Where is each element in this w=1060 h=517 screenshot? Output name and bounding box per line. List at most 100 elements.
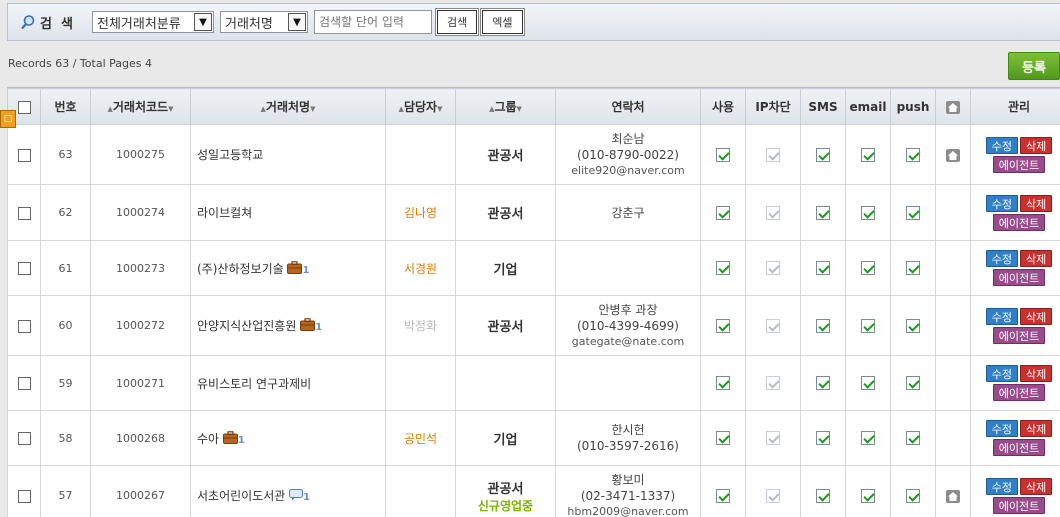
side-tab[interactable]: □	[0, 110, 16, 128]
agent-button[interactable]: 에이전트	[992, 213, 1046, 231]
delete-button[interactable]: 삭제	[1020, 136, 1053, 154]
home-icon[interactable]	[946, 148, 960, 162]
sms-checkbox[interactable]	[816, 376, 830, 391]
row-name-cell[interactable]: 성일고등학교	[190, 124, 386, 185]
row-checkbox[interactable]	[17, 319, 31, 333]
contact-name: 한시헌	[611, 423, 645, 437]
row-name[interactable]: 서초어린이도서관	[197, 489, 285, 503]
push-checkbox[interactable]	[906, 431, 920, 446]
ip-block-cell	[745, 124, 801, 185]
sms-checkbox[interactable]	[816, 147, 830, 162]
row-checkbox[interactable]	[17, 262, 31, 275]
contact-phone: (02-3471-1337)	[580, 488, 676, 503]
sms-checkbox[interactable]	[816, 205, 830, 220]
row-name[interactable]: 성일고등학교	[197, 148, 263, 162]
row-name[interactable]: 라이브컬쳐	[197, 206, 252, 220]
use-checkbox[interactable]	[716, 376, 730, 391]
client-table: 번호 ▲거래처코드▼ ▲거래처명▼ ▲담당자▼ ▲그룹▼ 연락처 사용 IP차단…	[7, 88, 1060, 517]
row-checkbox[interactable]	[17, 377, 31, 390]
row-name-cell[interactable]: 서초어린이도서관 1	[190, 465, 386, 517]
row-name[interactable]: 유비스토리 연구과제비	[197, 377, 311, 391]
use-checkbox[interactable]	[716, 488, 730, 503]
email-checkbox[interactable]	[861, 205, 875, 220]
agent-button[interactable]: 에이전트	[992, 496, 1046, 514]
use-checkbox[interactable]	[716, 261, 730, 276]
row-checkbox[interactable]	[17, 206, 31, 220]
push-checkbox[interactable]	[906, 205, 920, 220]
use-checkbox[interactable]	[716, 318, 730, 333]
delete-button[interactable]: 삭제	[1020, 477, 1053, 495]
col-name[interactable]: ▲거래처명▼	[190, 88, 386, 125]
row-name[interactable]: 안양지식산업진흥원	[197, 319, 296, 333]
row-name-cell[interactable]: (주)산하정보기술 1	[190, 240, 386, 296]
edit-button[interactable]: 수정	[985, 477, 1018, 495]
email-checkbox[interactable]	[861, 488, 875, 503]
email-checkbox[interactable]	[861, 318, 875, 333]
email-checkbox[interactable]	[861, 376, 875, 391]
row-checkbox[interactable]	[17, 489, 31, 503]
col-group[interactable]: ▲그룹▼	[455, 88, 556, 125]
sort-down-icon: ▼	[168, 105, 174, 113]
edit-button[interactable]: 수정	[985, 307, 1018, 325]
agent-button[interactable]: 에이전트	[992, 269, 1046, 286]
ip-block-checkbox	[766, 261, 780, 276]
ip-block-checkbox	[766, 318, 780, 333]
col-code[interactable]: ▲거래처코드▼	[90, 88, 191, 125]
category-select[interactable]: 전체거래처분류 ▼	[92, 11, 214, 33]
sms-checkbox[interactable]	[816, 318, 830, 333]
row-manager	[385, 355, 456, 411]
row-name-cell[interactable]: 라이브컬쳐	[190, 184, 386, 241]
agent-button[interactable]: 에이전트	[992, 155, 1046, 173]
use-checkbox[interactable]	[716, 431, 730, 446]
row-name[interactable]: 수아	[197, 432, 219, 446]
row-select-cell	[7, 465, 41, 517]
field-select[interactable]: 거래처명 ▼	[220, 11, 308, 33]
use-checkbox[interactable]	[716, 147, 730, 162]
edit-button[interactable]: 수정	[985, 365, 1018, 382]
select-all-checkbox[interactable]	[17, 100, 31, 114]
delete-button[interactable]: 삭제	[1020, 365, 1053, 382]
ip-block-checkbox	[766, 147, 780, 162]
excel-button[interactable]: 엑셀	[481, 9, 524, 35]
search-input[interactable]	[314, 10, 432, 34]
row-contact	[555, 355, 701, 411]
delete-button[interactable]: 삭제	[1020, 420, 1053, 437]
edit-button[interactable]: 수정	[985, 250, 1018, 267]
agent-button[interactable]: 에이전트	[992, 326, 1046, 344]
agent-button[interactable]: 에이전트	[992, 384, 1046, 401]
email-cell	[845, 124, 891, 185]
row-checkbox[interactable]	[17, 432, 31, 445]
col-manager[interactable]: ▲담당자▼	[385, 88, 456, 125]
sms-checkbox[interactable]	[816, 431, 830, 446]
email-checkbox[interactable]	[861, 431, 875, 446]
push-checkbox[interactable]	[906, 147, 920, 162]
edit-button[interactable]: 수정	[985, 194, 1018, 212]
use-checkbox[interactable]	[716, 205, 730, 220]
row-name-cell[interactable]: 유비스토리 연구과제비	[190, 355, 386, 411]
register-button[interactable]: 등록	[1008, 52, 1060, 80]
push-checkbox[interactable]	[906, 318, 920, 333]
briefcase-icon	[300, 318, 316, 331]
delete-button[interactable]: 삭제	[1020, 250, 1053, 267]
agent-button[interactable]: 에이전트	[992, 439, 1046, 456]
row-name-cell[interactable]: 안양지식산업진흥원 1	[190, 295, 386, 356]
delete-button[interactable]: 삭제	[1020, 194, 1053, 212]
push-checkbox[interactable]	[906, 261, 920, 276]
home-icon[interactable]	[946, 489, 960, 503]
sms-cell	[800, 240, 846, 296]
push-checkbox[interactable]	[906, 376, 920, 391]
table-body: 63 1000275 성일고등학교 관공서 최순남 (010-8790-0022) elit…	[7, 124, 1060, 517]
push-checkbox[interactable]	[906, 488, 920, 503]
search-button[interactable]: 검색	[435, 9, 479, 35]
sms-checkbox[interactable]	[816, 261, 830, 276]
email-cell	[845, 410, 891, 466]
edit-button[interactable]: 수정	[985, 136, 1018, 154]
row-name[interactable]: (주)산하정보기술	[197, 262, 284, 276]
row-name-cell[interactable]: 수아 1	[190, 410, 386, 466]
edit-button[interactable]: 수정	[985, 420, 1018, 437]
email-checkbox[interactable]	[861, 261, 875, 276]
email-checkbox[interactable]	[861, 147, 875, 162]
delete-button[interactable]: 삭제	[1020, 307, 1053, 325]
row-checkbox[interactable]	[17, 148, 31, 162]
sms-checkbox[interactable]	[816, 488, 830, 503]
